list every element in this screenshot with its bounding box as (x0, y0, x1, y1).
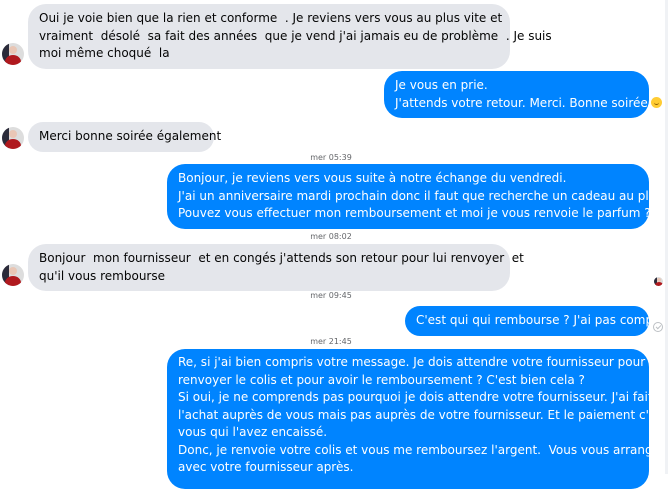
outgoing-message[interactable]: Bonjour, je reviens vers vous suite à no… (167, 164, 668, 229)
message-text-line: Re, si j'ai bien compris votre message. … (178, 355, 646, 369)
seen-avatar (654, 277, 663, 286)
message-text-line: Merci bonne soirée également (39, 129, 222, 143)
incoming-message[interactable]: Merci bonne soirée également (28, 122, 222, 152)
message-text-line: moi même choqué la (39, 46, 170, 60)
message-text-line: Si oui, je ne comprends pas pourquoi je … (178, 390, 653, 404)
message-text-line: Bonjour mon fournisseur et en congés j'a… (39, 251, 524, 265)
contact-avatar[interactable] (2, 127, 24, 149)
message-text-line: Donc, je renvoie votre colis et vous me … (178, 442, 667, 457)
message-text-line: renvoyer le colis et pour avoir le rembo… (178, 372, 585, 387)
message-text-line: vraiment désolé sa fait des années que j… (39, 28, 552, 43)
message-text-line: qu'il vous rembourse (39, 268, 165, 283)
message-text-line: C'est qui qui rembourse ? J'ai pas compr… (416, 313, 668, 327)
timestamp: mer 21:45 (310, 337, 352, 346)
message-text-line: Je vous en prie. (395, 78, 488, 92)
contact-avatar[interactable] (2, 43, 24, 65)
message-text-line: Bonjour, je reviens vers vous suite à no… (178, 171, 567, 185)
slightly-smiling-face-icon (650, 96, 662, 108)
timestamp: mer 08:02 (310, 232, 352, 241)
message-text-line: l'achat auprès de vous mais pas auprès d… (178, 407, 668, 422)
conversation-thread: Oui je voie bien que la rien et conforme… (0, 0, 668, 489)
message-text-line: vous qui l'avez encaissé. (178, 425, 328, 439)
message-text-line: Oui je voie bien que la rien et conforme… (39, 11, 503, 25)
incoming-message[interactable]: Bonjour mon fournisseur et en congés j'a… (28, 244, 524, 291)
timestamp: mer 09:45 (310, 291, 352, 300)
message-text-line: Pouvez vous effectuer mon remboursement … (178, 206, 668, 220)
outgoing-message[interactable]: C'est qui qui rembourse ? J'ai pas compr… (405, 306, 668, 336)
sent-check-icon (653, 322, 663, 332)
timestamp: mer 05:39 (310, 153, 352, 162)
outgoing-message[interactable]: Je vous en prie. J'attends votre retour.… (384, 71, 662, 118)
message-text-line: J'attends votre retour. Merci. Bonne soi… (395, 95, 662, 113)
contact-avatar[interactable] (2, 264, 24, 286)
incoming-message[interactable]: Oui je voie bien que la rien et conforme… (28, 4, 552, 69)
outgoing-message[interactable]: Re, si j'ai bien compris votre message. … (167, 349, 668, 489)
message-text-line: J'ai un anniversaire mardi prochain donc… (178, 188, 668, 203)
